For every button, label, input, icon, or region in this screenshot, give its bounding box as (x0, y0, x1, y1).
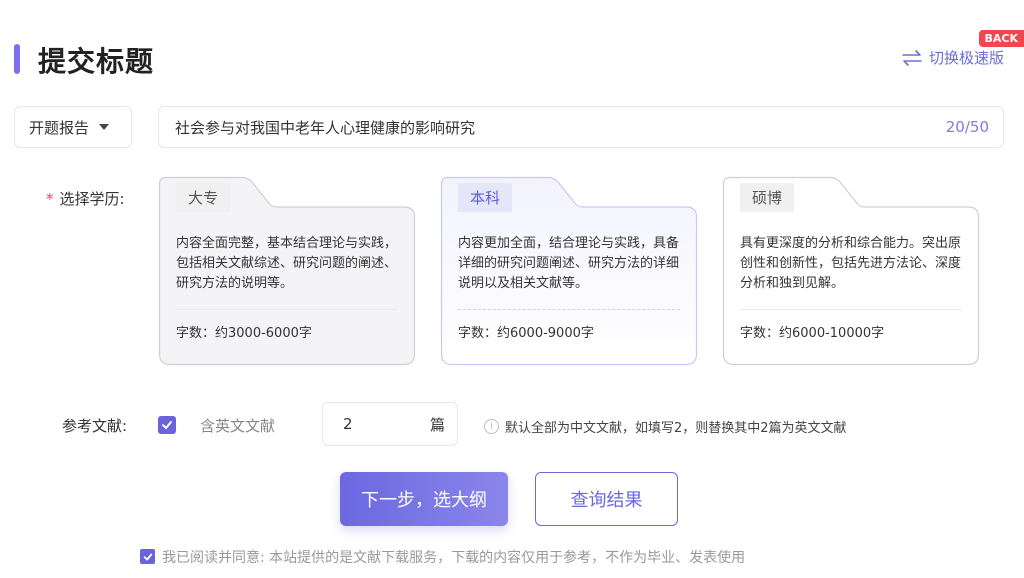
card-description: 内容全面完整，基本结合理论与实践，包括相关文献综述、研究问题的阐述、研究方法的说… (176, 236, 398, 291)
education-card-junior-college[interactable]: 大专 内容全面完整，基本结合理论与实践，包括相关文献综述、研究问题的阐述、研究方… (158, 176, 416, 366)
check-icon (162, 421, 172, 429)
card-word-count: 字数：约6000-10000字 (740, 326, 885, 341)
card-tag: 本科 (458, 183, 513, 212)
report-type-value: 开题报告 (29, 118, 90, 137)
switch-fast-mode-link[interactable]: 切换极速版 (901, 47, 1004, 68)
report-type-select[interactable]: 开题报告 (14, 106, 132, 148)
reference-count-unit: 篇 (429, 415, 445, 434)
swap-arrows-icon (902, 49, 922, 66)
required-mark: * (46, 190, 54, 208)
education-card-bachelor[interactable]: 本科 内容更加全面，结合理论与实践，具备详细的研究问题阐述、研究方法的详细说明以… (440, 176, 698, 366)
include-english-label: 含英文文献 (200, 417, 276, 435)
education-label: * 选择学历: (46, 188, 125, 209)
education-card-master-phd[interactable]: 硕博 具有更深度的分析和综合能力。突出原创性和创新性，包括先进方法论、深度分析和… (722, 176, 980, 366)
card-word-count: 字数：约3000-6000字 (176, 326, 312, 341)
card-tag: 硕博 (740, 183, 795, 212)
caret-down-icon (99, 124, 110, 130)
switch-fast-mode-label: 切换极速版 (928, 49, 1004, 67)
card-word-count: 字数：约6000-9000字 (458, 326, 594, 341)
card-description: 内容更加全面，结合理论与实践，具备详细的研究问题阐述、研究方法的详细说明以及相关… (458, 236, 680, 291)
card-description: 具有更深度的分析和综合能力。突出原创性和创新性，包括先进方法论、深度分析和独到见… (740, 236, 962, 291)
title-char-count: 20/50 (945, 118, 989, 136)
next-select-outline-button[interactable]: 下一步，选大纲 (340, 472, 508, 526)
page: 提交标题 切换极速版 BACK 开题报告 20/50 * 选择学历: 大专 内容全… (0, 0, 1024, 578)
query-results-button[interactable]: 查询结果 (535, 472, 678, 526)
card-divider (458, 309, 680, 310)
page-title: 提交标题 (38, 45, 155, 78)
back-badge[interactable]: BACK (978, 30, 1024, 47)
agreement-text: 我已阅读并同意: 本站提供的是文献下载服务，下载的内容仅用于参考，不作为毕业、发… (162, 550, 746, 566)
card-divider (740, 309, 962, 310)
title-input-container: 20/50 (158, 106, 1004, 148)
reference-count-input[interactable] (341, 414, 415, 434)
references-label: 参考文献: (62, 417, 128, 435)
agreement-checkbox[interactable] (140, 549, 155, 564)
reference-count-field: 篇 (322, 402, 458, 446)
education-label-text: 选择学历: (59, 190, 125, 208)
card-tag: 大专 (176, 183, 231, 212)
include-english-checkbox[interactable] (158, 416, 176, 434)
card-divider (176, 309, 398, 310)
references-hint: i 默认全部为中文文献，如填写2，则替换其中2篇为英文文献 (484, 417, 847, 436)
references-hint-text: 默认全部为中文文献，如填写2，则替换其中2篇为英文文献 (505, 421, 847, 436)
title-accent-bar (14, 44, 20, 74)
check-icon (143, 553, 152, 560)
title-input[interactable] (173, 117, 946, 137)
info-icon: i (484, 419, 499, 434)
